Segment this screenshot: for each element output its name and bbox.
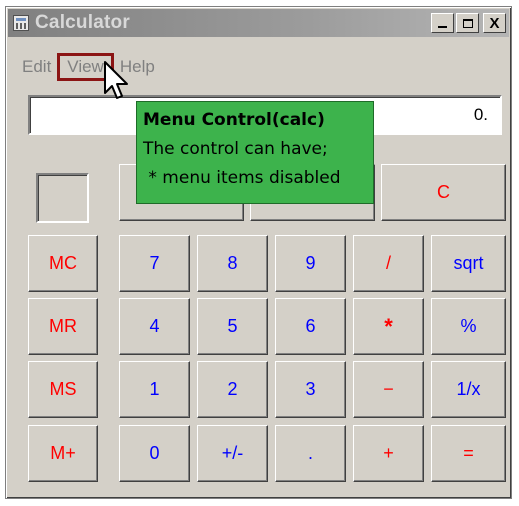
percent-button[interactable]: % (431, 298, 506, 355)
add-button[interactable]: + (353, 425, 424, 482)
sqrt-button[interactable]: sqrt (431, 235, 506, 292)
tooltip-line-1: The control can have; (143, 139, 328, 159)
digit-2-button[interactable]: 2 (197, 361, 268, 418)
mc-button[interactable]: MC (28, 235, 98, 292)
annotation-tooltip: Menu Control(calc) The control can have;… (136, 101, 374, 204)
minimize-button[interactable] (431, 13, 454, 33)
sign-toggle-button[interactable]: +/- (197, 425, 268, 482)
close-icon: X (489, 14, 500, 32)
digit-8-button[interactable]: 8 (197, 235, 268, 292)
subtract-button[interactable]: − (353, 361, 424, 418)
c-button[interactable]: C (381, 164, 506, 221)
tooltip-title: Menu Control(calc) (143, 110, 325, 130)
menu-edit[interactable]: Edit (8, 55, 59, 79)
close-button[interactable]: X (483, 13, 506, 33)
tooltip-line-2: * menu items disabled (143, 168, 341, 188)
digit-7-button[interactable]: 7 (119, 235, 190, 292)
digit-0-button[interactable]: 0 (119, 425, 190, 482)
digit-5-button[interactable]: 5 (197, 298, 268, 355)
digit-4-button[interactable]: 4 (119, 298, 190, 355)
menu-bar: Edit View Help (8, 53, 163, 81)
mr-button[interactable]: MR (28, 298, 98, 355)
window-controls: X (431, 13, 506, 33)
digit-3-button[interactable]: 3 (275, 361, 346, 418)
divide-button[interactable]: / (353, 235, 424, 292)
mouse-pointer-icon (104, 61, 128, 99)
window-title: Calculator (35, 12, 130, 33)
calculator-app-icon (13, 15, 29, 31)
m-plus-button[interactable]: M+ (28, 425, 98, 482)
equals-button[interactable]: = (431, 425, 506, 482)
decimal-point-button[interactable]: . (275, 425, 346, 482)
reciprocal-button[interactable]: 1/x (431, 361, 506, 418)
title-bar[interactable]: Calculator X (8, 9, 509, 37)
minimize-icon (438, 26, 447, 28)
calculator-window: Calculator X Edit View Help 0. Backspace… (5, 6, 512, 499)
maximize-icon (462, 18, 473, 28)
digit-9-button[interactable]: 9 (275, 235, 346, 292)
digit-1-button[interactable]: 1 (119, 361, 190, 418)
ms-button[interactable]: MS (28, 361, 98, 418)
multiply-button[interactable]: * (353, 298, 424, 355)
memory-indicator (36, 173, 89, 223)
digit-6-button[interactable]: 6 (275, 298, 346, 355)
maximize-button[interactable] (456, 13, 479, 33)
